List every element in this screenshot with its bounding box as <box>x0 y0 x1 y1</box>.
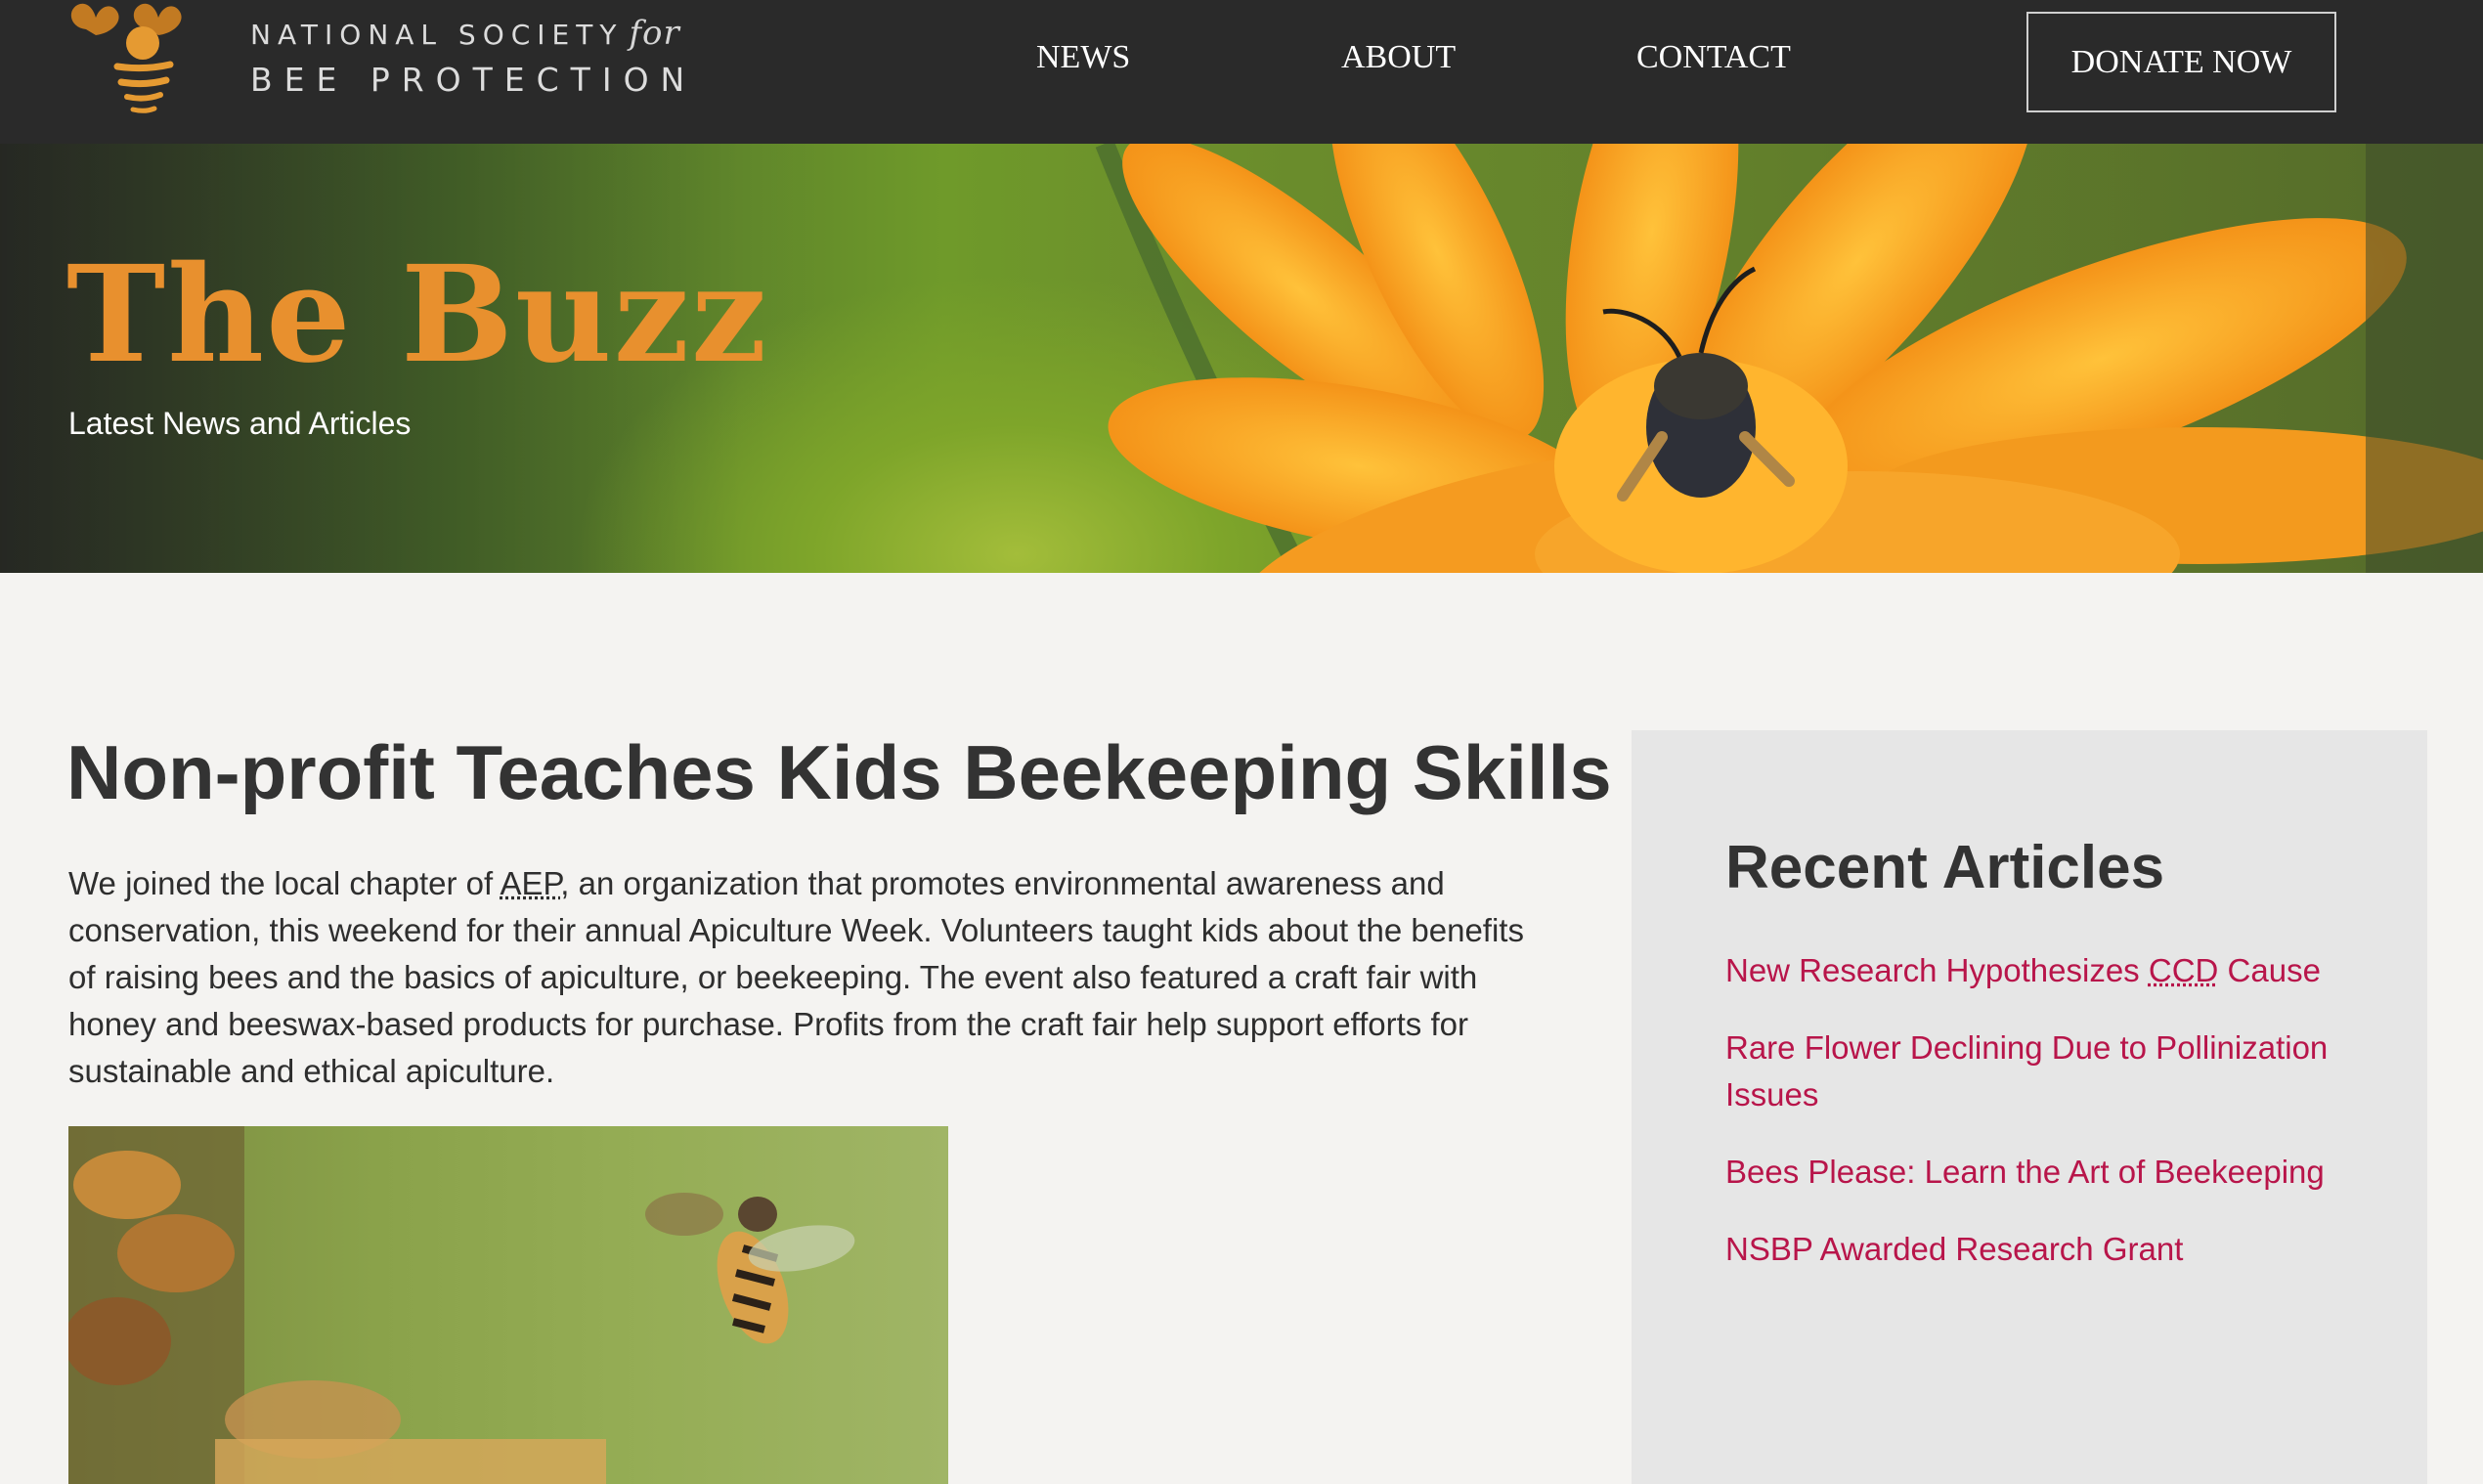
article-bees-photo <box>68 1126 948 1484</box>
recent-article-link-research-grant[interactable]: NSBP Awarded Research Grant <box>1725 1231 2183 1267</box>
nav-about-link[interactable]: ABOUT <box>1341 39 1456 76</box>
hero-subtitle: Latest News and Articles <box>68 406 412 441</box>
nav-contact-link[interactable]: CONTACT <box>1636 39 1791 76</box>
logo-text-line1: NATIONAL SOCIETY for <box>250 14 680 53</box>
recent-article-link-bees-please[interactable]: Bees Please: Learn the Art of Beekeeping <box>1725 1154 2325 1190</box>
bee-logo-icon <box>70 3 182 113</box>
ccd-abbreviation[interactable]: CCD <box>2149 952 2219 988</box>
recent-articles-sidebar: Recent Articles New Research Hypothesize… <box>1632 730 2427 1484</box>
recent-article-item[interactable]: Rare Flower Declining Due to Pollinizati… <box>1725 1025 2351 1118</box>
aep-abbreviation[interactable]: AEP <box>501 865 561 901</box>
hero-banner: The Buzz Latest News and Articles <box>0 144 2483 573</box>
logo-text-line2: BEE PROTECTION <box>250 61 697 99</box>
article-body: We joined the local chapter of AEP, an o… <box>68 865 1524 1089</box>
recent-article-item[interactable]: NSBP Awarded Research Grant <box>1725 1226 2351 1273</box>
recent-article-link-rare-flower[interactable]: Rare Flower Declining Due to Pollinizati… <box>1725 1029 2328 1113</box>
recent-articles-list: New Research Hypothesizes CCD Cause Rare… <box>1725 947 2351 1303</box>
flying-bee <box>717 1197 855 1344</box>
recent-article-link-ccd[interactable]: New Research Hypothesizes CCD Cause <box>1725 952 2321 988</box>
recent-article-item[interactable]: Bees Please: Learn the Art of Beekeeping <box>1725 1149 2351 1196</box>
article-title: Non-profit Teaches Kids Beekeeping Skill… <box>66 729 1612 815</box>
donate-now-button[interactable]: DONATE NOW <box>2026 12 2336 112</box>
recent-article-item[interactable]: New Research Hypothesizes CCD Cause <box>1725 947 2351 994</box>
site-logo[interactable]: NATIONAL SOCIETY for BEE PROTECTION <box>66 0 684 117</box>
sidebar-title: Recent Articles <box>1725 834 2165 901</box>
hero-title: The Buzz <box>66 237 769 393</box>
site-header: NATIONAL SOCIETY for BEE PROTECTION NEWS … <box>0 0 2483 144</box>
nav-news-link[interactable]: NEWS <box>1036 39 1130 76</box>
bees-image <box>68 1126 855 1484</box>
